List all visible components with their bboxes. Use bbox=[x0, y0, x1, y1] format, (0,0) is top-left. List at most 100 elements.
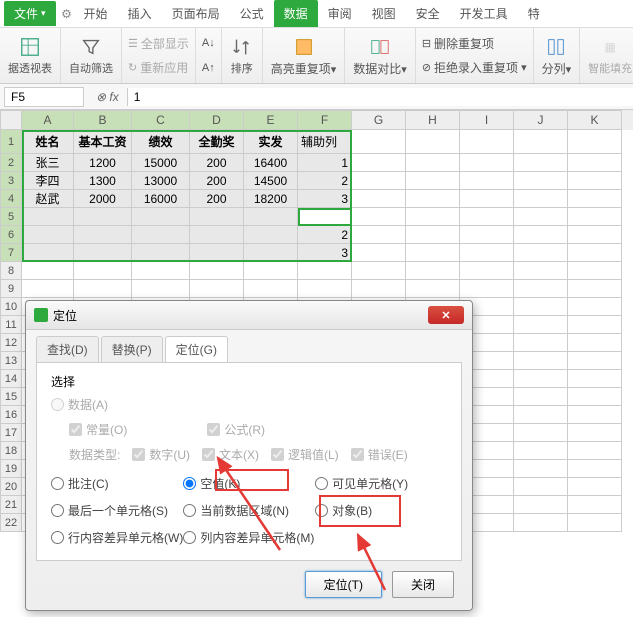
colheader-D[interactable]: D bbox=[190, 110, 244, 130]
cell-F3[interactable]: 2 bbox=[298, 172, 352, 190]
cell-C9[interactable] bbox=[132, 280, 190, 298]
tab-view[interactable]: 视图 bbox=[362, 0, 406, 27]
cell-E8[interactable] bbox=[244, 262, 298, 280]
cell-J22[interactable] bbox=[514, 514, 568, 532]
cell-D6[interactable] bbox=[190, 226, 244, 244]
rowheader-19[interactable]: 19 bbox=[0, 460, 22, 478]
cell-A2[interactable]: 张三 bbox=[22, 154, 74, 172]
cell-C5[interactable] bbox=[132, 208, 190, 226]
cell-D3[interactable]: 200 bbox=[190, 172, 244, 190]
cell-G1[interactable] bbox=[352, 130, 406, 154]
cell-I7[interactable] bbox=[460, 244, 514, 262]
rowheader-7[interactable]: 7 bbox=[0, 244, 22, 262]
radio-comment[interactable] bbox=[51, 477, 64, 490]
rowheader-18[interactable]: 18 bbox=[0, 442, 22, 460]
cell-B8[interactable] bbox=[74, 262, 132, 280]
cell-F8[interactable] bbox=[298, 262, 352, 280]
rowheader-15[interactable]: 15 bbox=[0, 388, 22, 406]
cell-F1[interactable]: 辅助列 bbox=[298, 130, 352, 154]
sort-asc-icon[interactable]: A↓ bbox=[202, 37, 215, 49]
group-split[interactable]: 分列▾ bbox=[534, 28, 581, 83]
cell-G5[interactable] bbox=[352, 208, 406, 226]
tab-insert[interactable]: 插入 bbox=[118, 0, 162, 27]
rowheader-17[interactable]: 17 bbox=[0, 424, 22, 442]
radio-blank[interactable] bbox=[183, 477, 196, 490]
colheader-J[interactable]: J bbox=[514, 110, 568, 130]
cell-A6[interactable] bbox=[22, 226, 74, 244]
cell-K5[interactable] bbox=[568, 208, 622, 226]
del-dups[interactable]: ⊟ 删除重复项 bbox=[422, 35, 527, 52]
rowheader-4[interactable]: 4 bbox=[0, 190, 22, 208]
cell-K9[interactable] bbox=[568, 280, 622, 298]
cell-I8[interactable] bbox=[460, 262, 514, 280]
cell-D4[interactable]: 200 bbox=[190, 190, 244, 208]
colheader-G[interactable]: G bbox=[352, 110, 406, 130]
cell-I9[interactable] bbox=[460, 280, 514, 298]
cell-B7[interactable] bbox=[74, 244, 132, 262]
cell-F5[interactable]: 1 bbox=[298, 208, 352, 226]
tab-layout[interactable]: 页面布局 bbox=[162, 0, 230, 27]
cell-G9[interactable] bbox=[352, 280, 406, 298]
cell-K21[interactable] bbox=[568, 496, 622, 514]
dtab-goto[interactable]: 定位(G) bbox=[165, 336, 228, 362]
cell-D5[interactable] bbox=[190, 208, 244, 226]
cell-F6[interactable]: 2 bbox=[298, 226, 352, 244]
cell-K18[interactable] bbox=[568, 442, 622, 460]
cell-C7[interactable] bbox=[132, 244, 190, 262]
cell-K14[interactable] bbox=[568, 370, 622, 388]
rowheader-10[interactable]: 10 bbox=[0, 298, 22, 316]
cell-J4[interactable] bbox=[514, 190, 568, 208]
cell-A5[interactable] bbox=[22, 208, 74, 226]
rowheader-8[interactable]: 8 bbox=[0, 262, 22, 280]
cell-J21[interactable] bbox=[514, 496, 568, 514]
group-pivot[interactable]: 据透视表 bbox=[0, 28, 61, 83]
cell-E9[interactable] bbox=[244, 280, 298, 298]
tab-home[interactable]: 开始 bbox=[74, 0, 118, 27]
cell-E3[interactable]: 14500 bbox=[244, 172, 298, 190]
cell-F2[interactable]: 1 bbox=[298, 154, 352, 172]
colheader-I[interactable]: I bbox=[460, 110, 514, 130]
colheader-F[interactable]: F bbox=[298, 110, 352, 130]
cell-H6[interactable] bbox=[406, 226, 460, 244]
cell-B4[interactable]: 2000 bbox=[74, 190, 132, 208]
cell-B2[interactable]: 1200 bbox=[74, 154, 132, 172]
sort-desc-icon[interactable]: A↑ bbox=[202, 62, 215, 74]
dtab-find[interactable]: 查找(D) bbox=[36, 336, 99, 362]
cell-E5[interactable] bbox=[244, 208, 298, 226]
cell-G2[interactable] bbox=[352, 154, 406, 172]
group-sort-btns[interactable]: A↓ A↑ bbox=[196, 28, 222, 83]
cell-D9[interactable] bbox=[190, 280, 244, 298]
cell-G3[interactable] bbox=[352, 172, 406, 190]
cell-I6[interactable] bbox=[460, 226, 514, 244]
cell-B1[interactable]: 基本工资 bbox=[74, 130, 132, 154]
cell-A4[interactable]: 赵武 bbox=[22, 190, 74, 208]
cell-F4[interactable]: 3 bbox=[298, 190, 352, 208]
tab-security[interactable]: 安全 bbox=[406, 0, 450, 27]
cell-J3[interactable] bbox=[514, 172, 568, 190]
fx-icon[interactable]: ⊗ fx bbox=[88, 90, 127, 104]
rowheader-11[interactable]: 11 bbox=[0, 316, 22, 334]
cell-J7[interactable] bbox=[514, 244, 568, 262]
cell-J1[interactable] bbox=[514, 130, 568, 154]
cell-C4[interactable]: 16000 bbox=[132, 190, 190, 208]
cell-H2[interactable] bbox=[406, 154, 460, 172]
dialog-titlebar[interactable]: 定位 ✕ bbox=[26, 301, 472, 330]
cell-K4[interactable] bbox=[568, 190, 622, 208]
radio-coldiff[interactable] bbox=[183, 531, 196, 544]
cell-H5[interactable] bbox=[406, 208, 460, 226]
cell-K10[interactable] bbox=[568, 298, 622, 316]
cell-J6[interactable] bbox=[514, 226, 568, 244]
file-menu[interactable]: 文件▾ bbox=[4, 1, 56, 26]
tab-formula[interactable]: 公式 bbox=[230, 0, 274, 27]
cell-E4[interactable]: 18200 bbox=[244, 190, 298, 208]
rowheader-6[interactable]: 6 bbox=[0, 226, 22, 244]
rowheader-5[interactable]: 5 bbox=[0, 208, 22, 226]
cell-K6[interactable] bbox=[568, 226, 622, 244]
cell-D8[interactable] bbox=[190, 262, 244, 280]
rowheader-2[interactable]: 2 bbox=[0, 154, 22, 172]
cell-G8[interactable] bbox=[352, 262, 406, 280]
cell-E2[interactable]: 16400 bbox=[244, 154, 298, 172]
cell-A8[interactable] bbox=[22, 262, 74, 280]
cell-K3[interactable] bbox=[568, 172, 622, 190]
tab-dev[interactable]: 开发工具 bbox=[450, 0, 518, 27]
